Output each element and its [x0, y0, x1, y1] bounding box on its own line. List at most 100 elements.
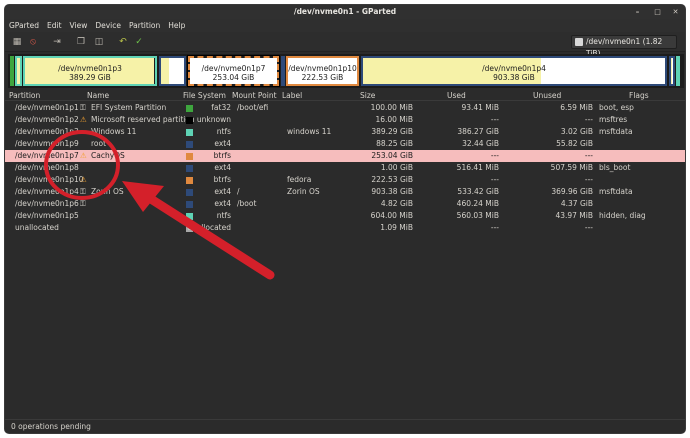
partition-block-p3[interactable]: /dev/nvme0n1p3 389.29 GiB	[23, 56, 157, 86]
partition-block-p9[interactable]	[159, 56, 186, 86]
filesystem: unknown	[196, 115, 231, 124]
minimize-icon[interactable]: –	[633, 8, 642, 17]
partition-block-p8[interactable]	[281, 56, 285, 86]
filesystem: ext4	[214, 199, 231, 208]
partition-label: fedora	[287, 175, 312, 184]
col-flags[interactable]: Flags	[629, 90, 649, 101]
resize-move-icon[interactable]: ⇥	[51, 36, 63, 48]
table-row[interactable]: /dev/nvme0n1p2 ⚠ Microsoft reserved partit…	[5, 114, 685, 126]
warning-icon: ⚠	[80, 151, 87, 160]
partition-unused: 6.59 MiB	[560, 103, 593, 112]
table-row[interactable]: /dev/nvme0n1p3 Windows 11 ntfs windows 11 38…	[5, 126, 685, 138]
warning-icon: ⚠	[80, 175, 87, 184]
table-row[interactable]: /dev/nvme0n1p5 ntfs 604.00 MiB 560.03 MiB 43…	[5, 210, 685, 222]
table-row[interactable]: /dev/nvme0n1p7 ⚠ CachyOS btrfs 253.04 GiB ---…	[5, 150, 685, 162]
paste-icon[interactable]: ◫	[93, 36, 105, 48]
partition-size: 903.38 GiB	[371, 187, 413, 196]
partition-path: /dev/nvme0n1p7	[15, 151, 79, 160]
partition-flags: msftdata	[599, 187, 633, 196]
partition-block-name: /dev/nvme0n1p4	[482, 64, 546, 73]
col-name[interactable]: Name	[87, 90, 109, 101]
partition-size: 253.04 GiB	[371, 151, 413, 160]
col-partition[interactable]: Partition	[9, 90, 40, 101]
partition-table: /dev/nvme0n1p1 ⚿ EFI System Partition fat32…	[5, 102, 685, 234]
col-label[interactable]: Label	[282, 90, 302, 101]
partition-block-p2[interactable]	[15, 56, 22, 86]
table-row[interactable]: /dev/nvme0n1p1 ⚿ EFI System Partition fat32…	[5, 102, 685, 114]
partition-unused: ---	[584, 151, 593, 160]
column-header: Partition Name File System Mount Point L…	[5, 90, 685, 101]
filesystem-swatch	[186, 177, 193, 184]
partition-flags: bls_boot	[599, 163, 631, 172]
filesystem: btrfs	[213, 151, 231, 160]
partition-size: 604.00 MiB	[370, 211, 413, 220]
partition-block-p4[interactable]: /dev/nvme0n1p4 903.38 GiB	[361, 56, 667, 86]
partition-size: 1.00 GiB	[380, 163, 413, 172]
filesystem-swatch	[186, 153, 193, 160]
partition-size: 88.25 GiB	[376, 139, 413, 148]
menu-edit[interactable]: Edit	[43, 19, 66, 32]
table-row[interactable]: /dev/nvme0n1p9 root ext4 88.25 GiB 32.44 GiB…	[5, 138, 685, 150]
partition-name: root	[91, 139, 107, 148]
partition-block-name: /dev/nvme0n1p3	[58, 64, 122, 73]
partition-size: 1.09 MiB	[380, 223, 413, 232]
partition-unused: 43.97 MiB	[555, 211, 593, 220]
filesystem: ext4	[214, 187, 231, 196]
table-row[interactable]: /dev/nvme0n1p10 ⚠ btrfs fedora 222.53 GiB ---…	[5, 174, 685, 186]
partition-unused: ---	[584, 115, 593, 124]
apply-icon[interactable]: ✓	[133, 36, 145, 48]
copy-icon[interactable]: ❐	[75, 36, 87, 48]
filesystem-swatch	[186, 165, 193, 172]
col-size[interactable]: Size	[360, 90, 375, 101]
close-icon[interactable]: ✕	[671, 8, 680, 17]
filesystem: btrfs	[213, 175, 231, 184]
menu-view[interactable]: View	[66, 19, 92, 32]
filesystem-swatch	[186, 189, 193, 196]
partition-block-p1[interactable]	[10, 56, 14, 86]
table-row[interactable]: /dev/nvme0n1p4 ⚿ Zorin OS ext4 / Zorin OS 903.…	[5, 186, 685, 198]
table-row[interactable]: /dev/nvme0n1p8 ext4 1.00 GiB 516.41 MiB 507.…	[5, 162, 685, 174]
partition-path: /dev/nvme0n1p5	[15, 211, 79, 220]
partition-label: Zorin OS	[287, 187, 320, 196]
partition-unused: 507.59 MiB	[550, 163, 593, 172]
table-row[interactable]: unallocated unallocated 1.09 MiB --- ---	[5, 222, 685, 234]
new-partition-icon[interactable]: ▦	[11, 36, 23, 48]
col-unused[interactable]: Unused	[533, 90, 561, 101]
col-mountpoint[interactable]: Mount Point	[232, 90, 277, 101]
partition-size: 4.82 GiB	[380, 199, 413, 208]
partition-block-p5[interactable]	[676, 56, 680, 86]
partition-path: /dev/nvme0n1p1	[15, 103, 79, 112]
menu-device[interactable]: Device	[91, 19, 125, 32]
menu-help[interactable]: Help	[164, 19, 189, 32]
partition-unused: 3.02 GiB	[560, 127, 593, 136]
partition-used: ---	[490, 151, 499, 160]
partition-used: 516.41 MiB	[456, 163, 499, 172]
partition-path: /dev/nvme0n1p3	[15, 127, 79, 136]
partition-flags: msftdata	[599, 127, 633, 136]
partition-unused: 369.96 GiB	[551, 187, 593, 196]
partition-used: ---	[490, 115, 499, 124]
col-filesystem[interactable]: File System	[183, 90, 226, 101]
partition-name: CachyOS	[91, 151, 125, 160]
partition-size: 100.00 MiB	[370, 103, 413, 112]
partition-block-p10[interactable]: /dev/nvme0n1p10 222.53 GiB	[286, 56, 359, 86]
partition-used: 93.41 MiB	[461, 103, 499, 112]
menu-gparted[interactable]: GParted	[5, 19, 43, 32]
undo-icon[interactable]: ↶	[117, 36, 129, 48]
col-used[interactable]: Used	[447, 90, 466, 101]
partition-unused: ---	[584, 223, 593, 232]
status-bar: 0 operations pending	[5, 419, 685, 433]
filesystem-swatch	[186, 117, 193, 124]
partition-path: /dev/nvme0n1p8	[15, 163, 79, 172]
partition-block-size: 222.53 GiB	[301, 73, 344, 82]
partition-flags: hidden, diag	[599, 211, 646, 220]
partition-block-p6[interactable]	[669, 56, 675, 86]
partition-flags: boot, esp	[599, 103, 634, 112]
menu-partition[interactable]: Partition	[125, 19, 164, 32]
device-selector[interactable]: /dev/nvme0n1 (1.82 TiB)	[571, 35, 677, 58]
table-row[interactable]: /dev/nvme0n1p6 ⚿ ext4/boot 4.82 GiB 460.24 M…	[5, 198, 685, 210]
delete-icon[interactable]: ⦸	[27, 36, 39, 48]
maximize-icon[interactable]: □	[653, 8, 662, 17]
filesystem-swatch	[186, 213, 193, 220]
partition-block-p7[interactable]: /dev/nvme0n1p7 253.04 GiB	[187, 55, 280, 87]
